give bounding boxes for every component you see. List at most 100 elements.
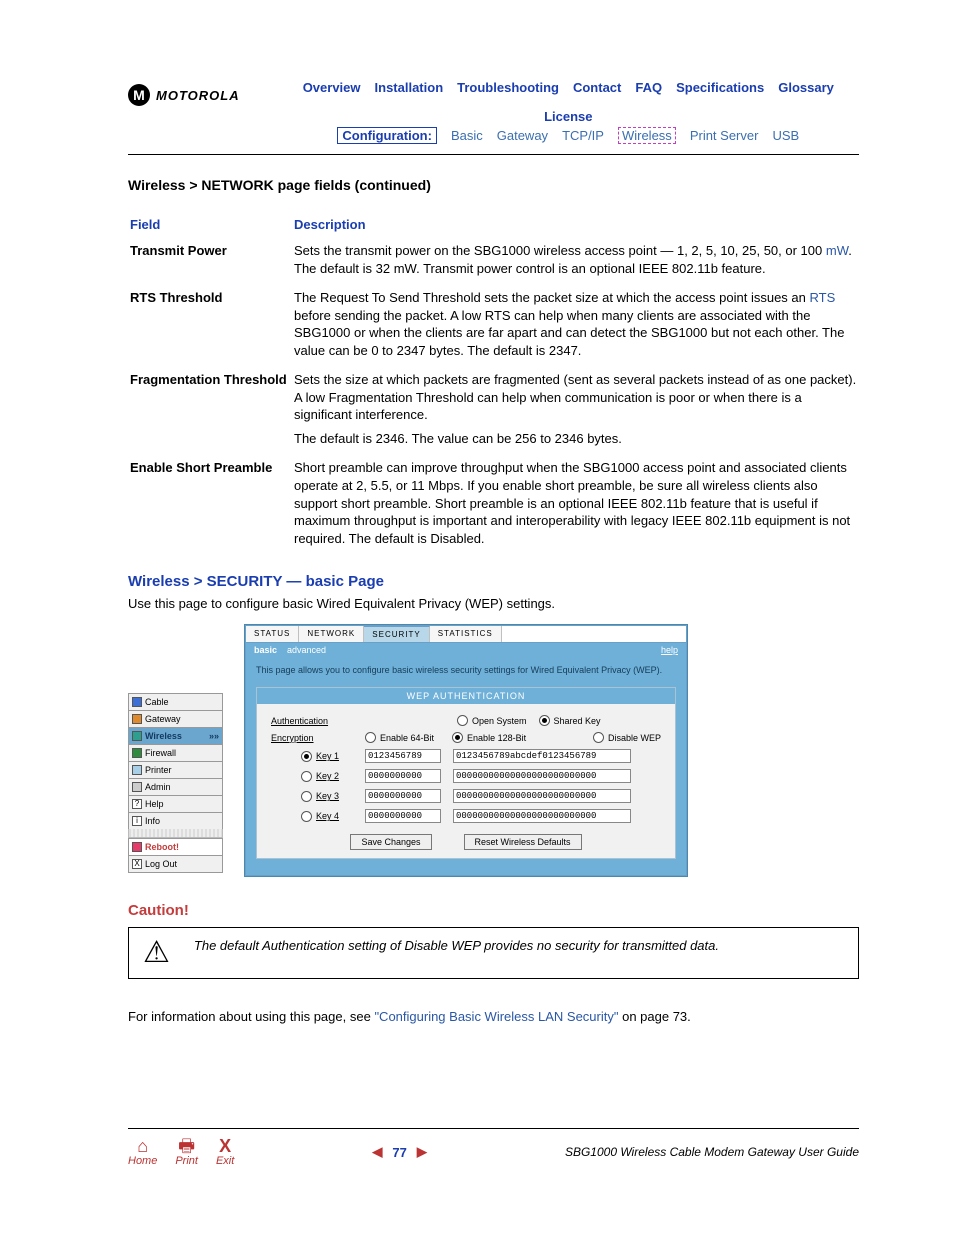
- key4-long-input[interactable]: [453, 809, 631, 823]
- panel-help-link[interactable]: help: [661, 645, 678, 655]
- fields-table: Field Description Transmit Power Sets th…: [128, 213, 859, 553]
- radio-key3[interactable]: [301, 791, 312, 802]
- subnav-usb[interactable]: USB: [772, 128, 799, 143]
- radio-shared-key[interactable]: [539, 715, 550, 726]
- subnav-basic[interactable]: Basic: [451, 128, 483, 143]
- radio-enable-128[interactable]: [452, 732, 463, 743]
- key1-short-input[interactable]: [365, 749, 441, 763]
- radio-open-system[interactable]: [457, 715, 468, 726]
- radio-enable-64[interactable]: [365, 732, 376, 743]
- page-footer: ⌂ Home 🖶 Print X Exit ◀ 77 ▶ SBG1000 Wir…: [128, 1128, 859, 1167]
- page-number: 77: [392, 1145, 406, 1160]
- desc-fragmentation: Sets the size at which packets are fragm…: [292, 365, 859, 453]
- wep-area: WEP AUTHENTICATION Authentication Open S…: [256, 687, 676, 859]
- key2-long-input[interactable]: [453, 769, 631, 783]
- key4-short-input[interactable]: [365, 809, 441, 823]
- field-short-preamble: Enable Short Preamble: [128, 453, 292, 553]
- key2-short-input[interactable]: [365, 769, 441, 783]
- nav-license[interactable]: License: [544, 109, 592, 124]
- tab-network[interactable]: NETWORK: [299, 626, 364, 642]
- nav-contact[interactable]: Contact: [573, 80, 621, 95]
- enc-label: Encryption: [271, 733, 353, 743]
- radio-disable-wep[interactable]: [593, 732, 604, 743]
- reset-defaults-button[interactable]: Reset Wireless Defaults: [464, 834, 582, 850]
- subtab-basic[interactable]: basic: [254, 645, 277, 655]
- sidebar-item-admin[interactable]: Admin: [128, 778, 223, 796]
- link-rts[interactable]: RTS: [809, 290, 835, 305]
- field-transmit-power: Transmit Power: [128, 236, 292, 283]
- next-page-icon[interactable]: ▶: [417, 1144, 427, 1160]
- sidebar-item-help[interactable]: ?Help: [128, 795, 223, 813]
- link-mw[interactable]: mW: [826, 243, 848, 258]
- caution-box: ⚠ The default Authentication setting of …: [128, 927, 859, 979]
- radio-key1[interactable]: [301, 751, 312, 762]
- header-rule: [128, 154, 859, 155]
- th-field: Field: [128, 213, 292, 236]
- warning-icon: ⚠: [143, 938, 170, 968]
- sidebar-item-info[interactable]: iInfo: [128, 812, 223, 830]
- top-navigation: Overview Installation Troubleshooting Co…: [278, 80, 859, 144]
- radio-key2[interactable]: [301, 771, 312, 782]
- wep-title: WEP AUTHENTICATION: [257, 688, 675, 704]
- brand-logo: M MOTOROLA: [128, 84, 240, 106]
- nav-troubleshooting[interactable]: Troubleshooting: [457, 80, 559, 95]
- th-description: Description: [292, 213, 859, 236]
- nav-configuration[interactable]: Configuration:: [337, 127, 437, 144]
- print-icon: 🖶: [178, 1137, 195, 1155]
- subtab-advanced[interactable]: advanced: [287, 645, 326, 655]
- desc-short-preamble: Short preamble can improve throughput wh…: [292, 453, 859, 553]
- nav-specifications[interactable]: Specifications: [676, 80, 764, 95]
- tab-statistics[interactable]: STATISTICS: [430, 626, 502, 642]
- sidebar-item-wireless[interactable]: Wireless»»: [128, 727, 223, 745]
- security-intro: Use this page to configure basic Wired E…: [128, 596, 859, 611]
- section-heading: Wireless > NETWORK page fields (continue…: [128, 177, 859, 193]
- subnav-gateway[interactable]: Gateway: [497, 128, 548, 143]
- header: M MOTOROLA Overview Installation Trouble…: [128, 80, 859, 144]
- save-changes-button[interactable]: Save Changes: [350, 834, 431, 850]
- footer-home[interactable]: ⌂ Home: [128, 1137, 157, 1167]
- nav-glossary[interactable]: Glossary: [778, 80, 834, 95]
- nav-overview[interactable]: Overview: [303, 80, 361, 95]
- sidebar-item-logout[interactable]: XLog Out: [128, 855, 223, 873]
- link-config-basic-security[interactable]: "Configuring Basic Wireless LAN Security…: [374, 1009, 618, 1024]
- tab-status[interactable]: STATUS: [246, 626, 299, 642]
- home-icon: ⌂: [137, 1137, 148, 1155]
- subnav-wireless[interactable]: Wireless: [618, 127, 676, 144]
- key3-short-input[interactable]: [365, 789, 441, 803]
- panel-tabs: STATUS NETWORK SECURITY STATISTICS: [246, 626, 686, 643]
- radio-key4[interactable]: [301, 811, 312, 822]
- nav-installation[interactable]: Installation: [375, 80, 444, 95]
- sidebar-item-firewall[interactable]: Firewall: [128, 744, 223, 762]
- pager: ◀ 77 ▶: [372, 1144, 426, 1160]
- field-fragmentation: Fragmentation Threshold: [128, 365, 292, 453]
- caution-message: The default Authentication setting of Di…: [194, 938, 719, 953]
- panel-intro: This page allows you to configure basic …: [246, 657, 686, 687]
- sidebar-item-reboot[interactable]: Reboot!: [128, 838, 223, 856]
- tab-security[interactable]: SECURITY: [364, 626, 429, 642]
- footer-print[interactable]: 🖶 Print: [175, 1137, 198, 1167]
- desc-rts-threshold: The Request To Send Threshold sets the p…: [292, 283, 859, 365]
- auth-label: Authentication: [271, 716, 353, 726]
- sidebar-item-gateway[interactable]: Gateway: [128, 710, 223, 728]
- subnav-tcpip[interactable]: TCP/IP: [562, 128, 604, 143]
- field-rts-threshold: RTS Threshold: [128, 283, 292, 365]
- post-caution-text: For information about using this page, s…: [128, 1009, 859, 1024]
- guide-title: SBG1000 Wireless Cable Modem Gateway Use…: [565, 1145, 859, 1159]
- chevron-right-icon: »»: [209, 731, 219, 741]
- panel-subtabs: basic advanced help: [246, 643, 686, 657]
- brand-wordmark: MOTOROLA: [156, 88, 240, 103]
- security-panel: STATUS NETWORK SECURITY STATISTICS basic…: [245, 625, 687, 876]
- key3-long-input[interactable]: [453, 789, 631, 803]
- prev-page-icon[interactable]: ◀: [372, 1144, 382, 1160]
- nav-faq[interactable]: FAQ: [635, 80, 662, 95]
- security-heading: Wireless > SECURITY — basic Page: [128, 573, 859, 590]
- exit-icon: X: [219, 1137, 231, 1155]
- sidebar-item-cable[interactable]: Cable: [128, 693, 223, 711]
- subnav-print-server[interactable]: Print Server: [690, 128, 759, 143]
- sidebar-item-printer[interactable]: Printer: [128, 761, 223, 779]
- motorola-m-icon: M: [128, 84, 150, 106]
- footer-exit[interactable]: X Exit: [216, 1137, 234, 1167]
- key1-long-input[interactable]: [453, 749, 631, 763]
- caution-heading: Caution!: [128, 902, 859, 919]
- desc-transmit-power: Sets the transmit power on the SBG1000 w…: [292, 236, 859, 283]
